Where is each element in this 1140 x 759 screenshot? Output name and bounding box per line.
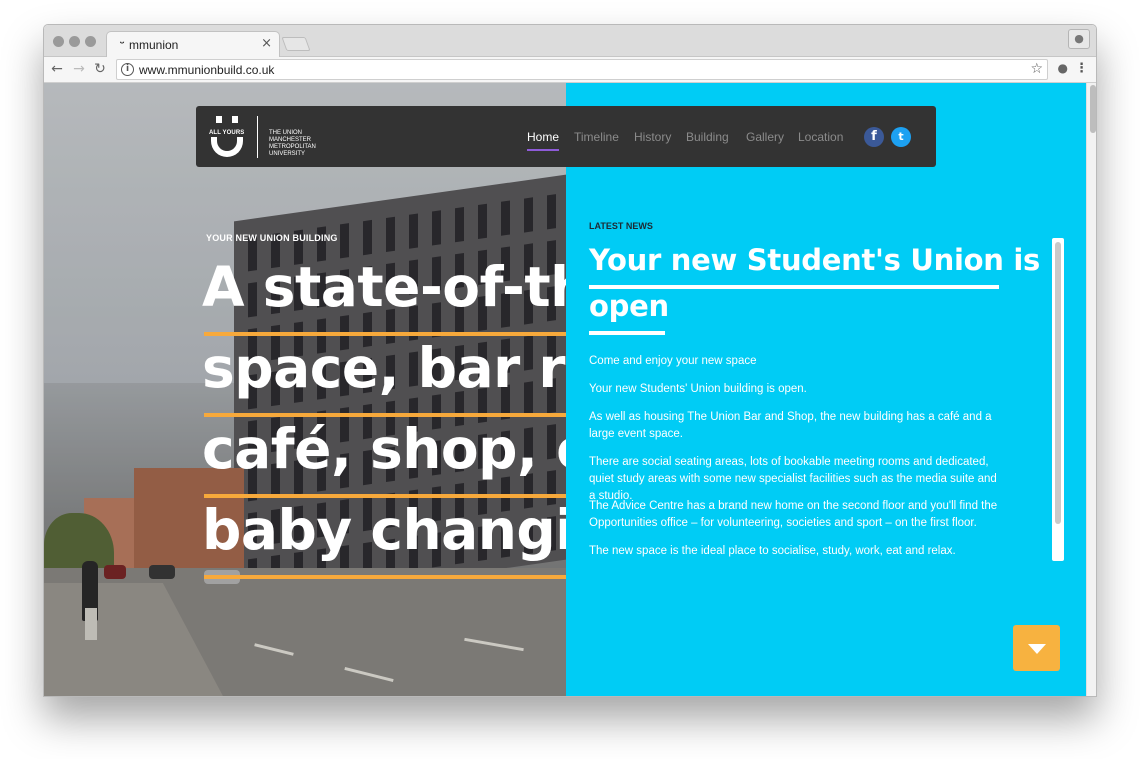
nav-item-building[interactable]: Building <box>686 130 729 144</box>
tab-strip: ᵕ mmunion × ● <box>44 25 1096 58</box>
url-text[interactable]: www.mmunionbuild.co.uk <box>139 63 274 77</box>
tab-title: mmunion <box>129 38 179 52</box>
logo-tagline: ALL YOURS <box>209 130 245 136</box>
logo-line: UNIVERSITY <box>269 151 306 157</box>
extension-icon[interactable]: ● <box>1058 61 1068 75</box>
nav-item-timeline[interactable]: Timeline <box>574 130 619 144</box>
logo-line: THE UNION <box>269 130 302 136</box>
info-icon[interactable]: i <box>121 63 134 76</box>
scroll-down-button[interactable] <box>1013 625 1060 671</box>
forward-icon[interactable]: → <box>70 60 88 78</box>
hero-headline-underline <box>204 575 566 579</box>
browser-tab[interactable]: ᵕ mmunion × <box>106 31 280 58</box>
logo-eye <box>216 116 222 123</box>
logo-divider <box>257 116 258 158</box>
logo-line: METROPOLITAN <box>269 144 316 150</box>
hero-eyebrow: YOUR NEW UNION BUILDING <box>206 233 338 243</box>
browser-toolbar: ← → ↻ i www.mmunionbuild.co.uk ☆ ● ⋮ <box>44 57 1096 83</box>
news-scrollbar[interactable] <box>1052 238 1064 561</box>
news-title-line: Your new Student's Union is <box>589 243 1040 277</box>
news-eyebrow: LATEST NEWS <box>589 221 653 231</box>
minimize-window-button[interactable] <box>69 36 80 47</box>
news-paragraph: The Advice Centre has a brand new home o… <box>589 500 998 529</box>
page-scrollbar-thumb[interactable] <box>1090 85 1096 133</box>
new-tab-button[interactable] <box>281 37 311 51</box>
logo-organisation-name: THE UNION MANCHESTER METROPOLITAN UNIVER… <box>269 130 329 158</box>
browser-window: ᵕ mmunion × ● ← → ↻ i www.mmunionbuild.c… <box>43 24 1097 697</box>
caret-down-icon <box>1028 644 1046 654</box>
facebook-icon[interactable]: f <box>864 127 884 147</box>
page-scrollbar[interactable] <box>1086 83 1096 696</box>
logo-line: MANCHESTER <box>269 137 312 143</box>
logo-smile <box>211 137 243 157</box>
news-scrollbar-thumb[interactable] <box>1055 242 1061 524</box>
nav-item-history[interactable]: History <box>634 130 671 144</box>
address-bar[interactable]: i www.mmunionbuild.co.uk ☆ <box>116 59 1048 80</box>
logo-eye <box>232 116 238 123</box>
hero-section: YOUR NEW UNION BUILDING A state-of-the s… <box>44 83 566 696</box>
close-window-button[interactable] <box>53 36 64 47</box>
bookmark-star-icon[interactable]: ☆ <box>1030 61 1043 77</box>
news-title-underline <box>589 331 665 335</box>
hero-headline-line: space, bar res <box>202 336 566 400</box>
favicon-icon: ᵕ <box>119 37 125 50</box>
nav-item-home[interactable]: Home <box>527 130 559 144</box>
twitter-icon[interactable]: t <box>891 127 911 147</box>
news-title-line: open <box>589 289 669 323</box>
back-icon[interactable]: ← <box>48 60 66 78</box>
news-paragraph: Your new Students' Union building is ope… <box>589 383 807 395</box>
close-tab-icon[interactable]: × <box>261 36 272 51</box>
nav-active-indicator <box>527 149 559 151</box>
nav-item-gallery[interactable]: Gallery <box>746 130 784 144</box>
hero-headline-line: A state-of-the <box>202 255 566 319</box>
union-logo-icon[interactable] <box>210 116 244 158</box>
hero-headline-line: baby changin <box>202 498 566 562</box>
news-paragraph: Come and enjoy your new space <box>589 355 757 367</box>
page-viewport: YOUR NEW UNION BUILDING A state-of-the s… <box>44 83 1086 696</box>
news-paragraph: As well as housing The Union Bar and Sho… <box>589 411 992 440</box>
site-navigation: ALL YOURS THE UNION MANCHESTER METROPOLI… <box>196 106 936 167</box>
nav-item-location[interactable]: Location <box>798 130 843 144</box>
profile-icon[interactable]: ● <box>1068 29 1090 49</box>
hero-headline-line: café, shop, ca <box>202 417 566 481</box>
reload-icon[interactable]: ↻ <box>91 60 109 78</box>
maximize-window-button[interactable] <box>85 36 96 47</box>
news-paragraph: The new space is the ideal place to soci… <box>589 545 956 557</box>
latest-news-panel: LATEST NEWS Your new Student's Union is … <box>566 83 1086 696</box>
browser-menu-icon[interactable]: ⋮ <box>1075 61 1088 76</box>
